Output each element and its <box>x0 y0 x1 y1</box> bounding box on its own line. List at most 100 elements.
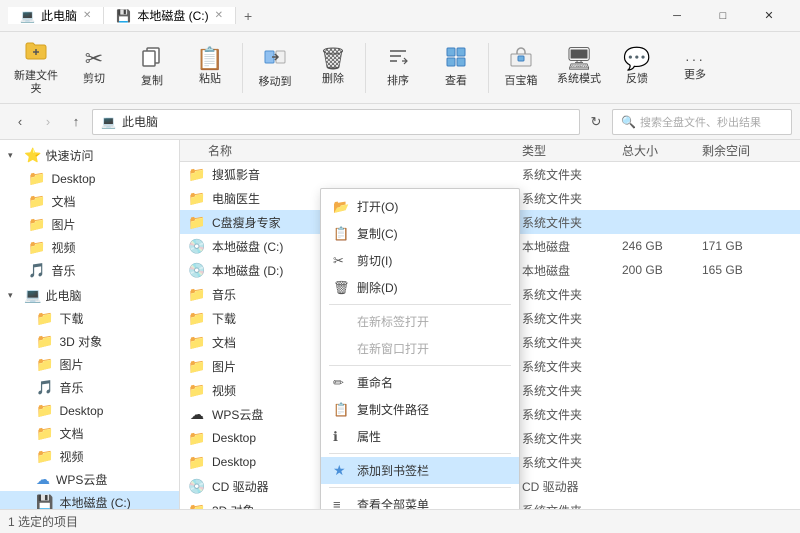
videos-label: 视频 <box>51 239 75 256</box>
sidebar-item-pictures2[interactable]: 📁 图片 <box>0 353 179 376</box>
context-menu-item-rename[interactable]: ✏重命名 <box>321 369 519 396</box>
move-to-icon <box>263 45 287 73</box>
sidebar-item-desktop[interactable]: 📁 Desktop <box>0 167 179 190</box>
ctx-label-copy: 复制(C) <box>357 225 398 242</box>
file-size: 246 GB <box>622 239 702 253</box>
sidebar-quick-access-header[interactable]: ▾ ⭐ 快速访问 <box>0 144 179 167</box>
file-icon: 📁 <box>188 213 206 231</box>
up-button[interactable]: ↑ <box>64 110 88 134</box>
tab-add-button[interactable]: + <box>236 8 260 24</box>
sidebar: ▾ ⭐ 快速访问 📁 Desktop 📁 文档 📁 图片 📁 视频 🎵 <box>0 140 180 509</box>
sidebar-item-desktop2[interactable]: 📁 Desktop <box>0 399 179 422</box>
ribbon-sep-1 <box>242 43 243 93</box>
ribbon-delete[interactable]: 🗑 删除 <box>305 38 361 98</box>
sidebar-item-downloads[interactable]: 📁 下载 <box>0 307 179 330</box>
ribbon-move-to[interactable]: 移动到 <box>247 38 303 98</box>
file-type: 系统文件夹 <box>522 310 622 327</box>
context-menu-item-delete[interactable]: 🗑删除(D) <box>321 274 519 301</box>
minimize-button[interactable]: ─ <box>654 0 700 32</box>
back-button[interactable]: ‹ <box>8 110 32 134</box>
sidebar-item-pictures[interactable]: 📁 图片 <box>0 213 179 236</box>
sidebar-item-music[interactable]: 🎵 音乐 <box>0 259 179 282</box>
file-name: 搜狐影音 <box>212 166 522 183</box>
context-menu-item-properties[interactable]: ℹ属性 <box>321 423 519 450</box>
close-button[interactable]: ✕ <box>746 0 792 32</box>
tab-local-c[interactable]: 💾 本地磁盘 (C:) ✕ <box>104 7 236 24</box>
sys-mode-icon: 🖥 <box>565 48 593 70</box>
context-menu-item-show-all[interactable]: ≡查看全部菜单 <box>321 491 519 509</box>
ribbon-baobao[interactable]: 百宝箱 <box>493 38 549 98</box>
context-menu-item-open[interactable]: 📂打开(O) <box>321 193 519 220</box>
file-row[interactable]: 📁 搜狐影音 系统文件夹 <box>180 162 800 186</box>
desktop2-label: Desktop <box>59 404 103 418</box>
ctx-label-show-all: 查看全部菜单 <box>357 496 429 509</box>
address-input[interactable]: 💻 此电脑 <box>92 109 580 135</box>
title-bar: 💻 此电脑 ✕ 💾 本地磁盘 (C:) ✕ + ─ □ ✕ <box>0 0 800 32</box>
forward-button[interactable]: › <box>36 110 60 134</box>
context-menu-item-copy-path[interactable]: 📋复制文件路径 <box>321 396 519 423</box>
tab-c-close-icon[interactable]: ✕ <box>215 10 223 21</box>
tab-icon: 💻 <box>20 9 35 23</box>
ribbon-cut[interactable]: ✂ 剪切 <box>66 38 122 98</box>
tab-this-pc[interactable]: 💻 此电脑 ✕ <box>8 7 104 24</box>
file-icon: 📁 <box>188 333 206 351</box>
ctx-label-properties: 属性 <box>357 428 381 445</box>
context-menu-item-cut[interactable]: ✂剪切(I) <box>321 247 519 274</box>
ctx-icon-copy: 📋 <box>333 226 349 242</box>
sidebar-item-videos2[interactable]: 📁 视频 <box>0 445 179 468</box>
ctx-icon-rename: ✏ <box>333 375 349 391</box>
ribbon-paste[interactable]: 📋 粘贴 <box>182 38 238 98</box>
desktop2-folder-icon: 📁 <box>36 402 53 419</box>
search-box[interactable]: 🔍 搜索全盘文件、秒出结果 <box>612 109 792 135</box>
address-icon: 💻 <box>101 115 116 129</box>
ctx-label-delete: 删除(D) <box>357 279 398 296</box>
ribbon-new-folder[interactable]: 新建文件夹 <box>8 38 64 98</box>
sidebar-item-documents[interactable]: 📁 文档 <box>0 190 179 213</box>
baobao-icon <box>509 46 533 72</box>
file-type: 系统文件夹 <box>522 358 622 375</box>
file-icon: 💿 <box>188 477 206 495</box>
documents2-label: 文档 <box>59 425 83 442</box>
new-folder-label: 新建文件夹 <box>10 70 62 96</box>
file-type: 系统文件夹 <box>522 214 622 231</box>
col-name-header: 名称 <box>188 142 522 159</box>
baobao-label: 百宝箱 <box>505 75 538 88</box>
ribbon-sort[interactable]: 排序 <box>370 38 426 98</box>
sidebar-item-videos[interactable]: 📁 视频 <box>0 236 179 259</box>
pictures2-label: 图片 <box>59 356 83 373</box>
file-icon: 📁 <box>188 357 206 375</box>
more-label: 更多 <box>684 69 706 82</box>
ribbon-feedback[interactable]: 💬 反馈 <box>609 38 665 98</box>
file-type: 系统文件夹 <box>522 286 622 303</box>
context-menu-item-copy[interactable]: 📋 复制(C) <box>321 220 519 247</box>
context-menu-item-add-bookmark[interactable]: ★添加到书签栏 <box>321 457 519 484</box>
file-type: CD 驱动器 <box>522 478 622 495</box>
pictures-folder-icon: 📁 <box>28 216 45 233</box>
downloads-label: 下载 <box>59 310 83 327</box>
ribbon-view[interactable]: 查看 <box>428 38 484 98</box>
videos2-label: 视频 <box>59 448 83 465</box>
context-menu-separator <box>329 487 511 488</box>
sidebar-item-music2[interactable]: 🎵 音乐 <box>0 376 179 399</box>
videos2-folder-icon: 📁 <box>36 448 53 465</box>
sidebar-item-wps[interactable]: ☁ WPS云盘 <box>0 468 179 491</box>
sidebar-this-pc-header[interactable]: ▾ 💻 此电脑 <box>0 284 179 307</box>
maximize-button[interactable]: □ <box>700 0 746 32</box>
music2-label: 音乐 <box>59 379 83 396</box>
file-type: 系统文件夹 <box>522 334 622 351</box>
sidebar-item-local-c[interactable]: 💾 本地磁盘 (C:) <box>0 491 179 509</box>
sidebar-item-documents2[interactable]: 📁 文档 <box>0 422 179 445</box>
quick-access-expand-icon: ▾ <box>8 150 20 161</box>
file-type: 系统文件夹 <box>522 430 622 447</box>
feedback-label: 反馈 <box>626 73 648 86</box>
ribbon-copy[interactable]: 复制 <box>124 38 180 98</box>
tab-label: 此电脑 <box>41 7 77 24</box>
refresh-button[interactable]: ↻ <box>584 110 608 134</box>
ribbon-sys-mode[interactable]: 🖥 系统模式 <box>551 38 607 98</box>
file-type: 系统文件夹 <box>522 502 622 510</box>
sidebar-item-3d[interactable]: 📁 3D 对象 <box>0 330 179 353</box>
ribbon-more[interactable]: ··· 更多 <box>667 38 723 98</box>
tab-close-icon[interactable]: ✕ <box>83 10 91 21</box>
music-folder-icon: 🎵 <box>28 262 45 279</box>
this-pc-expand-icon: ▾ <box>8 290 20 301</box>
